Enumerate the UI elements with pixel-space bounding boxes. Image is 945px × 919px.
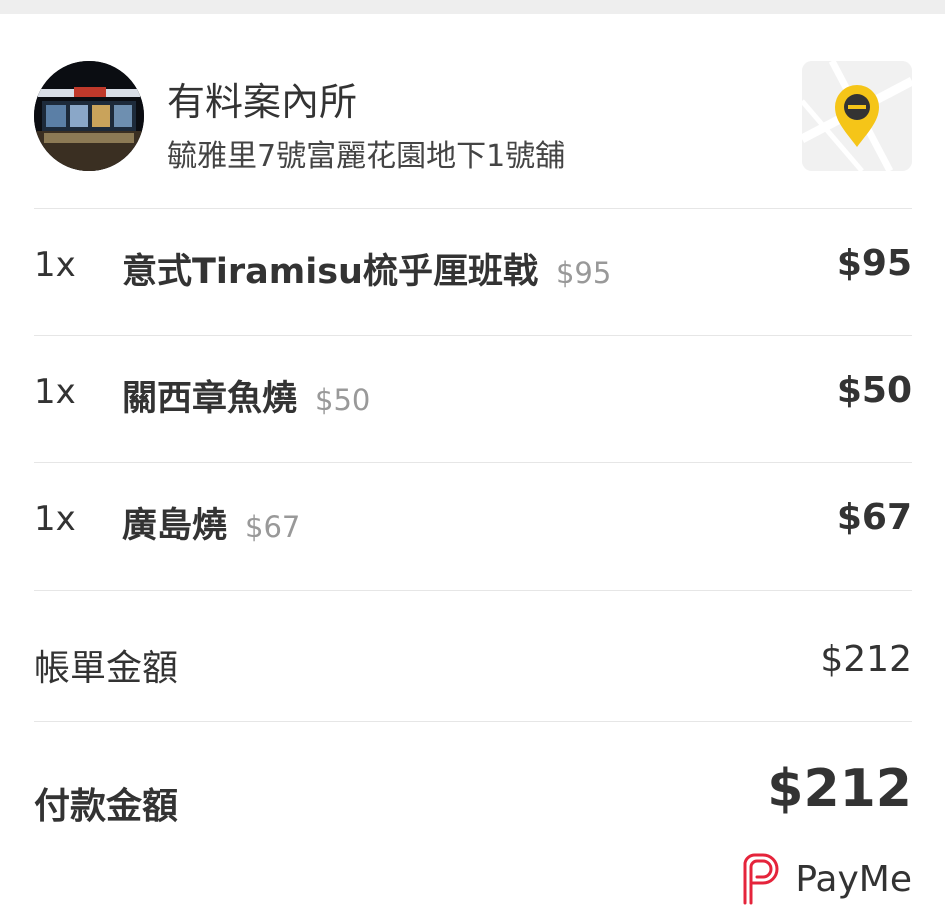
merchant-avatar	[34, 61, 144, 171]
item-quantity: 1x	[34, 372, 76, 412]
item-unit-price: $95	[555, 256, 612, 290]
top-strip	[0, 0, 945, 14]
item-quantity: 1x	[34, 499, 76, 539]
item-unit-price: $50	[315, 383, 371, 417]
item-name: 意式Tiramisu梳乎厘班戟 $95	[122, 243, 611, 294]
map-button[interactable]	[802, 61, 912, 171]
merchant-address: 毓雅里7號富麗花園地下1號舖	[167, 139, 566, 174]
item-name-text: 意式Tiramisu梳乎厘班戟	[122, 252, 538, 292]
payment-amount-row: 付款金額 $212	[34, 749, 912, 839]
item-name: 關西章魚燒 $50	[122, 370, 370, 421]
merchant-header: 有料案內所 毓雅里7號富麗花園地下1號舖	[34, 61, 912, 174]
bill-amount-value: $212	[820, 639, 912, 680]
item-name: 廣島燒 $67	[122, 497, 300, 548]
order-item: 1x 廣島燒 $67 $67	[34, 463, 912, 590]
divider	[34, 590, 912, 591]
order-item: 1x 關西章魚燒 $50 $50	[34, 336, 912, 463]
item-name-text: 關西章魚燒	[122, 379, 298, 419]
item-unit-price: $67	[245, 510, 301, 544]
merchant-name: 有料案內所	[167, 80, 358, 124]
bill-amount-row: 帳單金額 $212	[34, 619, 912, 699]
item-total: $50	[836, 370, 912, 411]
payment-amount-value: $212	[767, 759, 912, 819]
payment-method: PayMe	[739, 849, 912, 909]
storefront-image	[34, 61, 144, 171]
divider	[34, 721, 912, 722]
order-item: 1x 意式Tiramisu梳乎厘班戟 $95 $95	[34, 209, 912, 336]
order-page: 有料案內所 毓雅里7號富麗花園地下1號舖 1x 意式Tiramisu梳乎厘班戟 $…	[0, 14, 945, 919]
payment-amount-label: 付款金額	[34, 786, 179, 827]
item-name-text: 廣島燒	[122, 506, 228, 546]
map-pin-icon	[802, 61, 912, 171]
item-quantity: 1x	[34, 245, 76, 285]
item-total: $95	[836, 243, 912, 284]
item-total: $67	[836, 497, 912, 538]
payment-method-label: PayMe	[795, 858, 912, 900]
payme-logo-icon	[743, 853, 779, 905]
bill-amount-label: 帳單金額	[34, 648, 179, 689]
